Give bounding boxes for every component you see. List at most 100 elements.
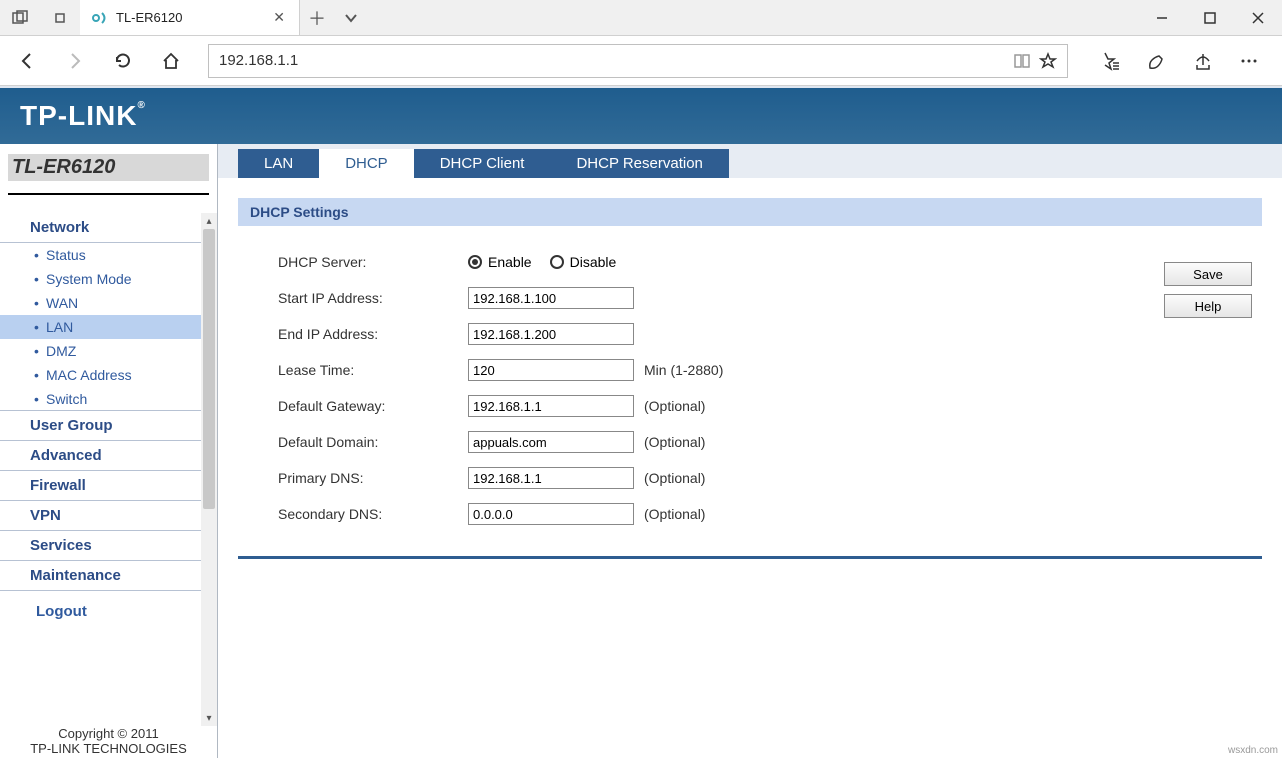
tab-lan[interactable]: LAN [238, 149, 319, 178]
radio-disable-label: Disable [570, 254, 617, 270]
row-sdns: Secondary DNS: (Optional) [278, 496, 1262, 532]
favorite-icon[interactable] [1039, 52, 1057, 70]
sidebar-item-status[interactable]: Status [0, 243, 217, 267]
sidebar: TL-ER6120 Network Status System Mode WAN… [0, 144, 218, 758]
radio-enable-label: Enable [488, 254, 532, 270]
home-button[interactable] [152, 42, 190, 80]
scroll-thumb[interactable] [203, 229, 215, 509]
input-start-ip[interactable] [468, 287, 634, 309]
forward-button[interactable] [56, 42, 94, 80]
content-area: TL-ER6120 Network Status System Mode WAN… [0, 144, 1282, 758]
row-pdns: Primary DNS: (Optional) [278, 460, 1262, 496]
sidebar-section-advanced[interactable]: Advanced [0, 440, 217, 471]
label-end-ip: End IP Address: [278, 326, 468, 342]
sidebar-scrollbar[interactable]: ▴ ▾ [201, 213, 217, 726]
row-end-ip: End IP Address: [278, 316, 1262, 352]
new-tab-button[interactable]: ＋ [300, 0, 334, 35]
sidebar-logout[interactable]: Logout [0, 591, 217, 632]
sidebar-item-system-mode[interactable]: System Mode [0, 267, 217, 291]
sidebar-item-switch[interactable]: Switch [0, 387, 217, 411]
pin-icon[interactable] [40, 0, 80, 35]
input-lease[interactable] [468, 359, 634, 381]
sidebar-item-lan[interactable]: LAN [0, 315, 217, 339]
section-title: DHCP Settings [238, 198, 1262, 226]
tab-dhcp-client[interactable]: DHCP Client [414, 149, 551, 178]
sidebar-section-vpn[interactable]: VPN [0, 500, 217, 531]
more-icon[interactable] [1232, 51, 1266, 71]
label-domain: Default Domain: [278, 434, 468, 450]
favorites-list-icon[interactable] [1094, 51, 1128, 71]
maximize-button[interactable] [1186, 0, 1234, 35]
browser-tab-title: TL-ER6120 [116, 10, 261, 25]
label-start-ip: Start IP Address: [278, 290, 468, 306]
row-start-ip: Start IP Address: [278, 280, 1262, 316]
sidebar-section-services[interactable]: Services [0, 530, 217, 561]
sidebar-item-mac-address[interactable]: MAC Address [0, 363, 217, 387]
save-button[interactable]: Save [1164, 262, 1252, 286]
radio-enable-icon [468, 255, 482, 269]
input-gateway[interactable] [468, 395, 634, 417]
notes-icon[interactable] [1140, 51, 1174, 71]
sidebar-section-maintenance[interactable]: Maintenance [0, 560, 217, 591]
dhcp-server-radios: Enable Disable [468, 254, 616, 270]
label-pdns: Primary DNS: [278, 470, 468, 486]
divider [8, 193, 209, 195]
tabs-icon[interactable] [0, 0, 40, 35]
tab-dhcp-reservation[interactable]: DHCP Reservation [550, 149, 728, 178]
sidebar-nav: Network Status System Mode WAN LAN DMZ M… [0, 213, 217, 726]
watermark: wsxdn.com [1228, 745, 1278, 756]
label-lease: Lease Time: [278, 362, 468, 378]
label-gateway: Default Gateway: [278, 398, 468, 414]
favicon-icon [92, 10, 108, 26]
sidebar-section-user-group[interactable]: User Group [0, 410, 217, 441]
back-button[interactable] [8, 42, 46, 80]
browser-toolbar [0, 36, 1282, 86]
scroll-down-icon[interactable]: ▾ [201, 710, 217, 726]
radio-enable[interactable]: Enable [468, 254, 532, 270]
radio-disable-icon [550, 255, 564, 269]
sidebar-section-firewall[interactable]: Firewall [0, 470, 217, 501]
sdns-optional: (Optional) [644, 506, 705, 522]
input-sdns[interactable] [468, 503, 634, 525]
copyright-line2: TP-LINK TECHNOLOGIES [0, 741, 217, 756]
radio-disable[interactable]: Disable [550, 254, 617, 270]
label-sdns: Secondary DNS: [278, 506, 468, 522]
copyright-line1: Copyright © 2011 [0, 726, 217, 741]
domain-optional: (Optional) [644, 434, 705, 450]
row-dhcp-server: DHCP Server: Enable Disable [278, 244, 1262, 280]
share-icon[interactable] [1186, 51, 1220, 71]
row-domain: Default Domain: (Optional) [278, 424, 1262, 460]
browser-tab[interactable]: TL-ER6120 ✕ [80, 0, 300, 35]
tab-dhcp[interactable]: DHCP [319, 149, 414, 178]
browser-tabbar: TL-ER6120 ✕ ＋ [0, 0, 1282, 36]
label-dhcp-server: DHCP Server: [278, 254, 468, 270]
header-band: TP-LINK® [0, 86, 1282, 144]
sidebar-section-network[interactable]: Network [0, 213, 217, 243]
row-gateway: Default Gateway: (Optional) [278, 388, 1262, 424]
reading-view-icon[interactable] [1013, 52, 1031, 70]
input-end-ip[interactable] [468, 323, 634, 345]
lease-suffix: Min (1-2880) [644, 362, 723, 378]
input-pdns[interactable] [468, 467, 634, 489]
window-controls [1138, 0, 1282, 35]
tab-menu-icon[interactable] [334, 0, 368, 35]
sidebar-item-dmz[interactable]: DMZ [0, 339, 217, 363]
input-domain[interactable] [468, 431, 634, 453]
close-icon[interactable]: ✕ [269, 9, 289, 26]
address-bar[interactable] [208, 44, 1068, 78]
scroll-up-icon[interactable]: ▴ [201, 213, 217, 229]
main: LAN DHCP DHCP Client DHCP Reservation DH… [218, 144, 1282, 758]
refresh-button[interactable] [104, 42, 142, 80]
sidebar-item-wan[interactable]: WAN [0, 291, 217, 315]
help-button[interactable]: Help [1164, 294, 1252, 318]
close-window-button[interactable] [1234, 0, 1282, 35]
address-input[interactable] [219, 52, 1013, 69]
toolbar-right [1086, 51, 1274, 71]
page: TP-LINK® TL-ER6120 Network Status System… [0, 86, 1282, 758]
pdns-optional: (Optional) [644, 470, 705, 486]
model-label: TL-ER6120 [8, 154, 209, 181]
row-lease: Lease Time: Min (1-2880) [278, 352, 1262, 388]
gateway-optional: (Optional) [644, 398, 705, 414]
minimize-button[interactable] [1138, 0, 1186, 35]
page-tabs: LAN DHCP DHCP Client DHCP Reservation [218, 144, 1282, 178]
